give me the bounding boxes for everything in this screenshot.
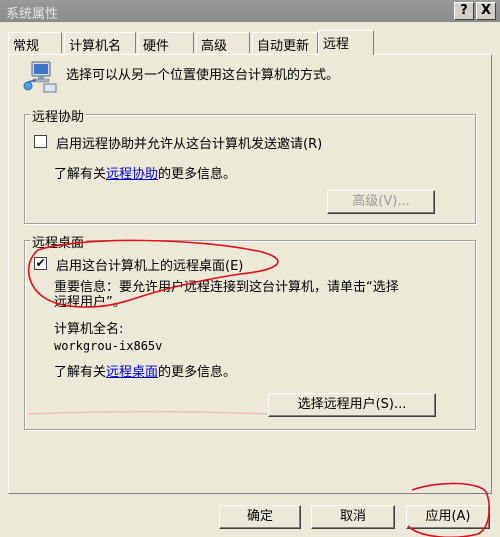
- remote-assistance-info: 了解有关远程协助的更多信息。: [54, 163, 236, 182]
- window-title: 系统属性: [6, 7, 59, 22]
- full-computer-name-label: 计算机全名:: [54, 322, 124, 337]
- close-button[interactable]: X: [476, 2, 496, 20]
- intro-text: 选择可以从另一个位置使用这台计算机的方式。: [66, 68, 340, 83]
- remote-assistance-link[interactable]: 远程协助: [106, 167, 158, 182]
- remote-assistance-info-prefix: 了解有关: [54, 167, 107, 182]
- title-bar: 系统属性 ? X: [0, 0, 500, 22]
- computer-network-icon: [23, 61, 57, 93]
- tab-computer-name[interactable]: 计算机名: [64, 32, 136, 54]
- remote-desktop-checkbox-label[interactable]: 启用这台计算机上的远程桌面(E): [56, 255, 243, 274]
- cancel-button[interactable]: 取消: [311, 505, 395, 529]
- remote-assistance-checkbox[interactable]: [34, 135, 47, 148]
- tab-remote[interactable]: 远程: [318, 30, 374, 55]
- tab-advanced[interactable]: 高级: [196, 32, 250, 54]
- help-button[interactable]: ?: [454, 2, 474, 20]
- remote-desktop-info-suffix: 的更多信息。: [158, 365, 237, 380]
- apply-button[interactable]: 应用(A): [406, 505, 490, 529]
- tab-hardware[interactable]: 硬件: [138, 32, 194, 54]
- remote-desktop-info-prefix: 了解有关: [54, 365, 107, 380]
- ok-button[interactable]: 确定: [219, 505, 301, 529]
- full-computer-name-value: workgrou-ix865v: [54, 339, 163, 353]
- tab-strip: 常规 计算机名 硬件 高级 自动更新 远程: [8, 30, 492, 55]
- select-remote-users-button[interactable]: 选择远程用户(S)...: [268, 393, 436, 417]
- important-info-line2: 远程用户”。: [54, 295, 126, 310]
- remote-assistance-group-title: 远程协助: [30, 106, 87, 125]
- remote-desktop-link[interactable]: 远程桌面: [106, 365, 158, 380]
- advanced-button[interactable]: 高级(V)...: [327, 190, 435, 214]
- remote-desktop-info: 了解有关远程桌面的更多信息。: [54, 361, 236, 380]
- tab-automatic-updates[interactable]: 自动更新: [252, 32, 318, 54]
- remote-assistance-info-suffix: 的更多信息。: [158, 167, 237, 182]
- tab-general[interactable]: 常规: [8, 32, 62, 54]
- remote-assistance-checkbox-label[interactable]: 启用远程协助并允许从这台计算机发送邀请(R): [56, 133, 322, 152]
- remote-desktop-group-title: 远程桌面: [30, 232, 87, 251]
- remote-desktop-checkbox[interactable]: ✔: [34, 257, 47, 270]
